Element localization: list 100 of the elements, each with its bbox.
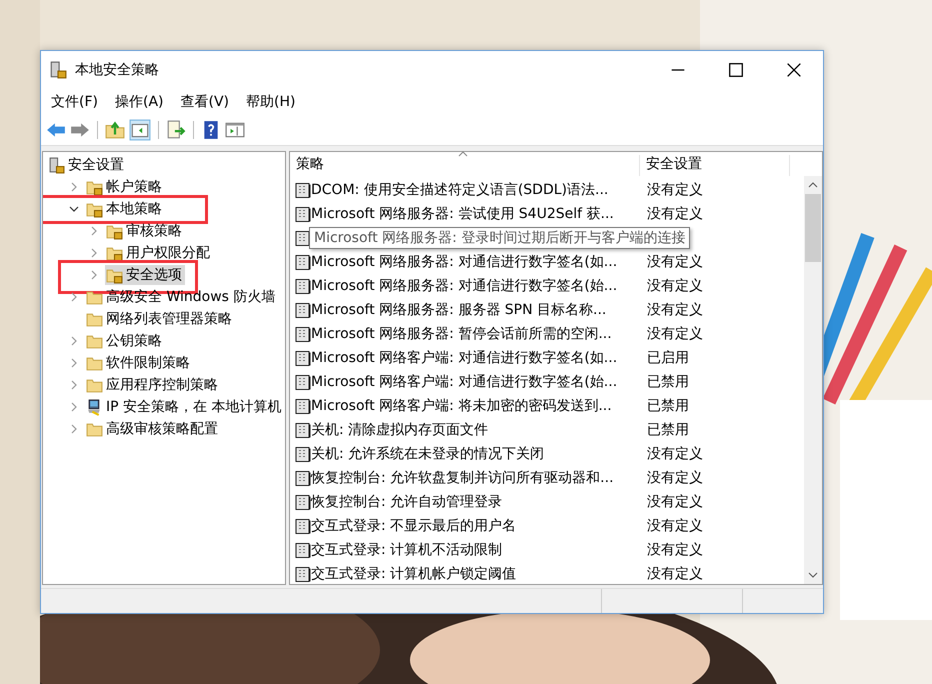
table-cell[interactable]: Microsoft 网络服务器: 对通信进行数字签名(如... [311, 253, 647, 271]
tree-item[interactable]: 高级安全 Windows 防火墙 [85, 287, 278, 307]
action-pane-icon[interactable] [225, 120, 245, 140]
table-cell[interactable]: DCOM: 使用安全描述符定义语言(SDDL)语法... [311, 181, 647, 199]
pane-toggle-icon[interactable] [129, 119, 151, 141]
table-cell: 没有定义 [647, 277, 703, 295]
scroll-thumb[interactable] [805, 194, 821, 262]
table-cell[interactable]: Microsoft 网络服务器: 服务器 SPN 目标名称... [311, 301, 647, 319]
table-cell: 已禁用 [647, 397, 689, 415]
folder-lock-icon [106, 244, 123, 262]
table-cell: 已禁用 [647, 421, 689, 439]
policy-icon [295, 302, 311, 318]
table-cell[interactable]: 交互式登录: 计算机不活动限制 [311, 541, 647, 559]
policy-icon [295, 326, 311, 342]
tree-item[interactable]: 帐户策略 [85, 177, 165, 197]
folder-lock-icon [86, 200, 103, 218]
policy-icon [295, 374, 311, 390]
policy-icon [295, 182, 311, 198]
expand-chevron-icon[interactable] [89, 270, 99, 280]
tree-item[interactable]: 用户权限分配 [105, 243, 213, 263]
policy-icon [295, 398, 311, 414]
folder-icon [86, 354, 103, 372]
table-cell[interactable]: Microsoft 网络客户端: 将未加密的密码发送到... [311, 397, 647, 415]
table-cell[interactable]: Microsoft 网络服务器: 对通信进行数字签名(始... [311, 277, 647, 295]
policy-icon [295, 518, 311, 534]
expand-chevron-icon[interactable] [89, 248, 99, 258]
policy-icon [295, 446, 311, 462]
folder-icon [86, 420, 103, 438]
expand-chevron-icon[interactable] [69, 424, 79, 434]
scroll-up-icon[interactable] [808, 182, 818, 188]
table-cell: 没有定义 [647, 541, 703, 559]
expand-chevron-icon[interactable] [89, 226, 99, 236]
table-cell[interactable]: Microsoft 网络服务器: 暂停会话前所需的空闲... [311, 325, 647, 343]
policy-icon [295, 254, 311, 270]
table-cell: 没有定义 [647, 253, 703, 271]
table-cell[interactable]: Microsoft 网络服务器: 尝试使用 S4U2Self 获... [311, 205, 647, 223]
folder-icon [86, 310, 103, 328]
table-cell: 已禁用 [647, 373, 689, 391]
menu-item[interactable]: 文件(F) [51, 93, 98, 111]
scrollbar[interactable] [804, 176, 822, 584]
table-cell: 已启用 [647, 349, 689, 367]
tree-item[interactable]: 软件限制策略 [85, 353, 193, 373]
policy-icon [295, 422, 311, 438]
column-header[interactable]: 安全设置 [640, 155, 790, 176]
table-cell: 没有定义 [647, 181, 703, 199]
expand-chevron-icon[interactable] [69, 182, 79, 192]
table-cell[interactable]: 交互式登录: 不显示最后的用户名 [311, 517, 647, 535]
table-cell[interactable]: Microsoft 网络客户端: 对通信进行数字签名(如... [311, 349, 647, 367]
expand-chevron-icon[interactable] [69, 358, 79, 368]
expand-chevron-icon[interactable] [69, 402, 79, 412]
table-cell[interactable]: Microsoft 网络客户端: 对通信进行数字签名(始... [311, 373, 647, 391]
tree-item[interactable]: 安全选项 [105, 265, 185, 285]
table-cell[interactable]: 交互式登录: 计算机帐户锁定阈值 [311, 565, 647, 583]
window-title: 本地安全策略 [75, 61, 159, 79]
tree-item[interactable]: 网络列表管理器策略 [85, 309, 235, 329]
computer-key-icon [86, 398, 103, 416]
table-cell[interactable]: 关机: 允许系统在未登录的情况下关闭 [311, 445, 647, 463]
policy-icon [295, 494, 311, 510]
tree-item[interactable]: IP 安全策略，在 本地计算机 [85, 397, 284, 417]
folder-icon [86, 376, 103, 394]
folder-icon [86, 332, 103, 350]
expand-chevron-icon[interactable] [69, 292, 79, 302]
menu-item[interactable]: 帮助(H) [246, 93, 296, 111]
folder-lock-icon [106, 266, 123, 284]
policy-icon [295, 206, 311, 222]
tree-item[interactable]: 应用程序控制策略 [85, 375, 221, 395]
policy-icon [295, 566, 311, 582]
table-cell: 没有定义 [647, 301, 703, 319]
tree-item[interactable]: 公钥策略 [85, 331, 165, 351]
sort-caret-icon [458, 151, 468, 157]
table-cell: 没有定义 [647, 205, 703, 223]
policy-icon [295, 350, 311, 366]
table-cell[interactable]: 恢复控制台: 允许软盘复制并访问所有驱动器和... [311, 469, 647, 487]
table-cell: 没有定义 [647, 517, 703, 535]
export-list-icon[interactable] [166, 120, 186, 140]
menu-item[interactable]: 查看(V) [180, 93, 230, 111]
scroll-down-icon[interactable] [808, 572, 818, 578]
menu-item[interactable]: 操作(A) [114, 93, 164, 111]
tooltip: Microsoft 网络服务器: 登录时间过期后断开与客户端的连接 [309, 227, 690, 249]
column-header[interactable]: 策略 [290, 155, 640, 176]
tree-item[interactable]: 安全设置 [47, 155, 127, 175]
table-cell: 没有定义 [647, 445, 703, 463]
policy-icon [295, 230, 311, 246]
expand-chevron-icon[interactable] [69, 380, 79, 390]
table-cell: 没有定义 [647, 469, 703, 487]
policy-icon [295, 278, 311, 294]
folder-up-icon[interactable] [105, 120, 125, 140]
folder-lock-icon [106, 222, 123, 240]
table-cell: 没有定义 [647, 493, 703, 511]
tree-item[interactable]: 审核策略 [105, 221, 185, 241]
expand-chevron-icon[interactable] [69, 336, 79, 346]
table-cell[interactable]: 恢复控制台: 允许自动管理登录 [311, 493, 647, 511]
tree-item[interactable]: 高级审核策略配置 [85, 419, 221, 439]
policy-icon [295, 542, 311, 558]
tree-item[interactable]: 本地策略 [85, 199, 165, 219]
folder-lock-icon [86, 178, 103, 196]
collapse-chevron-icon[interactable] [69, 204, 79, 214]
table-cell: 没有定义 [647, 565, 703, 583]
policy-icon [295, 470, 311, 486]
table-cell[interactable]: 关机: 清除虚拟内存页面文件 [311, 421, 647, 439]
